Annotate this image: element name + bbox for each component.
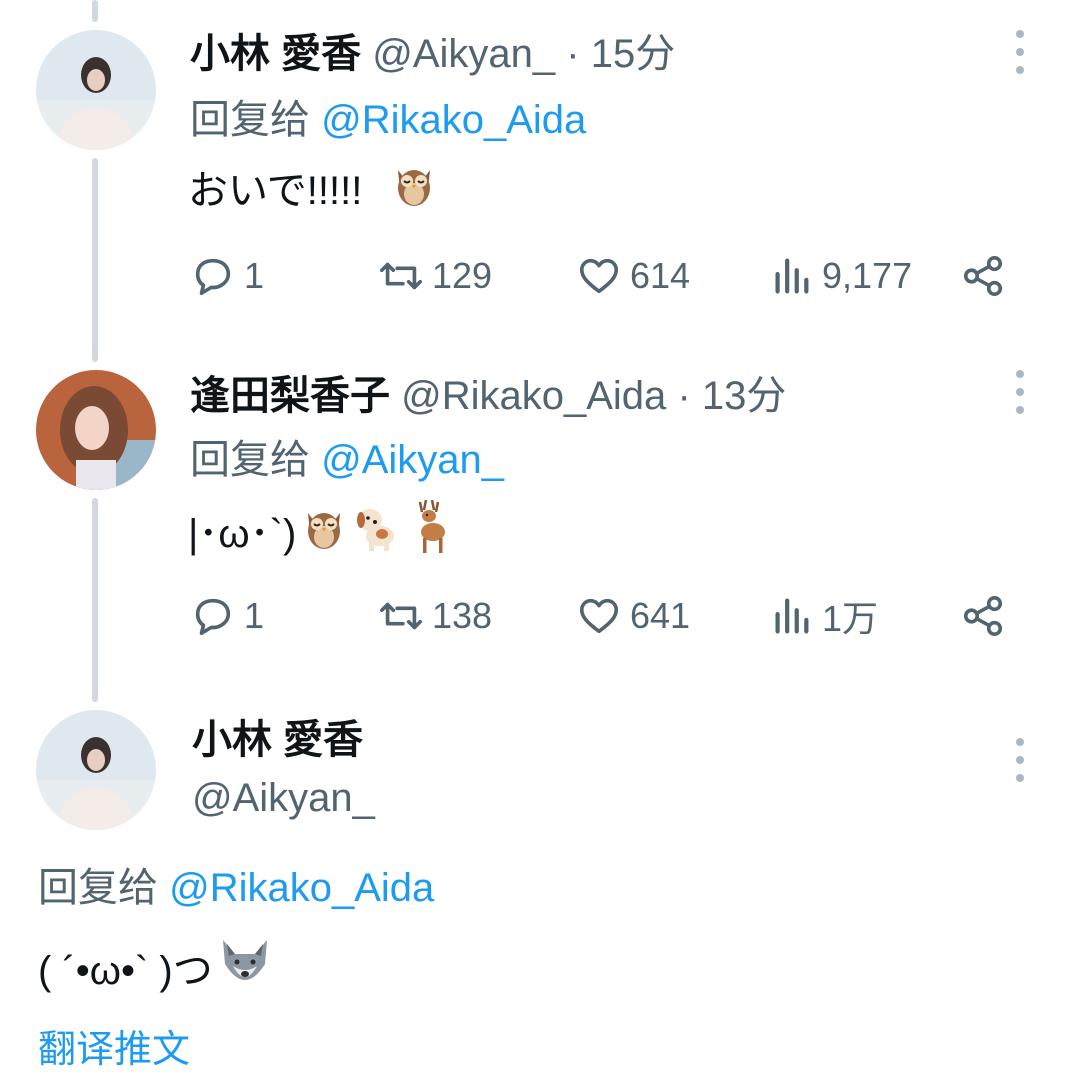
views-icon: [775, 258, 809, 294]
avatar[interactable]: [36, 30, 156, 150]
tweet-header: 逢田梨香子 @Rikako_Aida · 13分: [190, 372, 786, 420]
reply-to-line: 回复给 @Rikako_Aida: [190, 96, 586, 144]
more-icon[interactable]: [1010, 738, 1030, 782]
mention-link[interactable]: @Rikako_Aida: [169, 866, 434, 910]
deer-emoji-icon: [408, 499, 452, 567]
tweet-body: ( ´•ω•` )つ: [38, 948, 213, 993]
main-author-handle: @Aikyan_: [192, 774, 375, 822]
retweet-icon: [380, 262, 422, 290]
views-button[interactable]: 9,177: [768, 248, 912, 304]
reply-prefix: 回复给: [190, 98, 310, 142]
reply-count: 1: [244, 595, 265, 636]
timestamp[interactable]: 15分: [591, 32, 676, 76]
retweet-button[interactable]: 129: [378, 248, 492, 304]
tweet-text: ( ´•ω•` )つ: [38, 936, 275, 1005]
like-button[interactable]: 614: [576, 248, 690, 304]
mention-link[interactable]: @Aikyan_: [321, 438, 504, 482]
views-count: 9,177: [822, 255, 913, 296]
views-icon: [775, 598, 809, 634]
reply-to-line: 回复给 @Aikyan_: [190, 436, 504, 484]
author-name[interactable]: 逢田梨香子: [190, 374, 390, 418]
tweet-text: |･ω･`): [188, 499, 452, 567]
owl-emoji-icon: [392, 160, 436, 221]
like-button[interactable]: 641: [576, 588, 690, 644]
mention-link[interactable]: @Rikako_Aida: [321, 98, 586, 142]
retweet-icon: [380, 602, 422, 630]
author-handle[interactable]: @Rikako_Aida: [401, 374, 666, 418]
translate-tweet-link[interactable]: 翻译推文: [38, 1026, 190, 1074]
views-count: 1万: [822, 598, 879, 639]
like-icon: [579, 258, 619, 294]
views-button[interactable]: 1万: [768, 588, 878, 644]
separator-dot: ·: [566, 32, 580, 76]
author-handle[interactable]: @Aikyan_: [372, 32, 555, 76]
share-button[interactable]: [960, 588, 1014, 644]
owl-emoji-icon: [302, 503, 346, 564]
tweet-text: おいで!!!!!: [188, 160, 436, 221]
author-name[interactable]: 小林 愛香: [192, 718, 363, 762]
reply-prefix: 回复给: [38, 866, 158, 910]
tweet-body: おいで!!!!!: [188, 168, 363, 213]
timestamp[interactable]: 13分: [702, 374, 787, 418]
author-handle[interactable]: @Aikyan_: [192, 776, 375, 820]
reply-prefix: 回复给: [190, 438, 310, 482]
reply-count: 1: [244, 255, 265, 296]
dog-emoji-icon: [352, 502, 402, 565]
author-name[interactable]: 小林 愛香: [190, 32, 361, 76]
more-icon[interactable]: [1010, 30, 1030, 74]
retweet-button[interactable]: 138: [378, 588, 492, 644]
avatar[interactable]: [36, 710, 156, 830]
retweet-count: 129: [432, 255, 493, 296]
like-count: 641: [630, 595, 691, 636]
tweet-body: |･ω･`): [188, 511, 297, 556]
reply-button[interactable]: 1: [190, 248, 264, 304]
like-icon: [579, 598, 619, 634]
share-icon: [963, 595, 1003, 637]
reply-icon: [195, 258, 231, 296]
reply-to-line: 回复给 @Rikako_Aida: [38, 864, 434, 912]
tweet-header: 小林 愛香 @Aikyan_ · 15分: [190, 30, 675, 78]
thread-line-1: [92, 158, 98, 362]
avatar[interactable]: [36, 370, 156, 490]
more-icon[interactable]: [1010, 370, 1030, 414]
separator-dot: ·: [677, 374, 691, 418]
retweet-count: 138: [432, 595, 493, 636]
thread-line-top: [92, 0, 98, 22]
thread-line-2: [92, 498, 98, 702]
wolf-emoji-icon: [215, 936, 275, 1005]
share-icon: [963, 255, 1003, 297]
action-bar: 1 129 614 9,177: [190, 248, 1010, 304]
reply-icon: [195, 598, 231, 636]
main-author-name: 小林 愛香: [192, 716, 363, 764]
share-button[interactable]: [960, 248, 1014, 304]
action-bar: 1 138 641 1万: [190, 588, 1010, 644]
like-count: 614: [630, 255, 691, 296]
reply-button[interactable]: 1: [190, 588, 264, 644]
